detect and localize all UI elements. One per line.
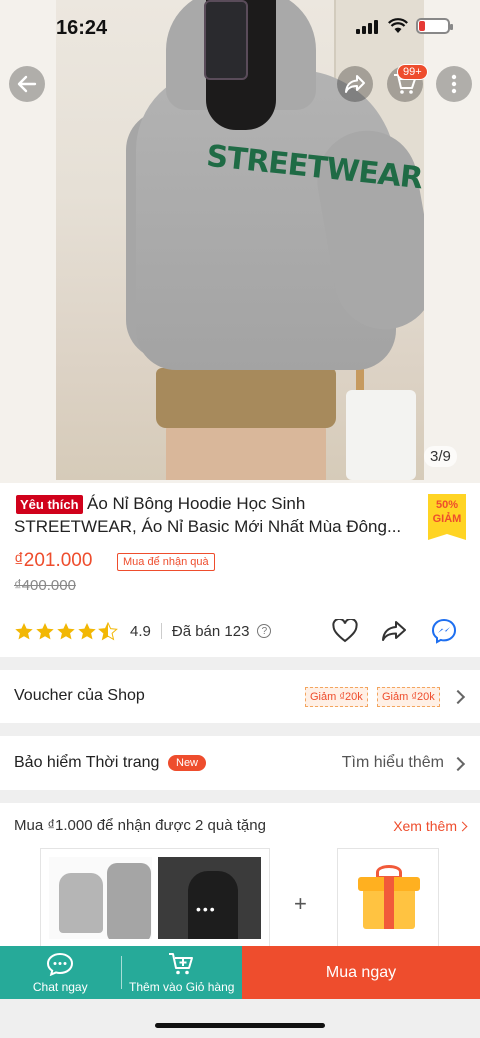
voucher-label: Voucher của Shop [14,687,145,704]
gift-section: Mua ₫1.000 để nhận được 2 quà tặng Xem t… [0,803,480,946]
see-more-link[interactable]: Xem thêm [393,818,468,834]
chevron-right-icon [450,689,466,705]
more-vertical-icon [451,74,457,94]
product-info: Áo Nỉ Bông Hoodie Học Sinh STREETWEAR, Á… [0,483,480,657]
chat-now-label: Chat ngay [32,979,88,994]
chat-icon [47,952,74,976]
cart-plus-icon [168,952,193,974]
shop-voucher-row[interactable]: Voucher của Shop Giảm ₫20k Giảm ₫20k [0,670,480,723]
star-icon [57,622,75,639]
see-more-label: Xem thêm [393,818,457,834]
star-icon [36,622,54,639]
bottom-action-bar: Chat ngay Thêm vào Giỏ hàng Mua ngay [0,946,480,999]
learn-more-link[interactable]: Tìm hiểu thêm [342,754,444,772]
add-to-cart-label: Thêm vào Giỏ hàng [129,979,235,994]
image-counter: 3/9 [424,446,457,467]
buy-now-button[interactable]: Mua ngay [242,946,480,999]
voucher-chip: Giảm ₫20k [305,687,368,707]
add-to-cart-button[interactable]: Thêm vào Giỏ hàng [122,946,243,999]
messenger-icon [431,618,457,644]
original-price: ₫400.000 [14,577,76,594]
insurance-label: Bảo hiểm Thời trang [14,754,160,771]
arrow-left-icon [17,75,37,93]
star-icon [78,622,96,639]
product-image-gallery[interactable]: STREETWEAR 16:24 99+ 3/9 [0,0,480,483]
share-icon [382,621,406,641]
fashion-insurance-row[interactable]: Bảo hiểm Thời trang New Tìm hiểu thêm [0,736,480,790]
signal-icon [356,18,380,34]
share-product-button[interactable] [380,617,408,645]
heart-icon [332,619,358,643]
cart-count-badge: 99+ [397,64,428,80]
discount-percent: 50% [435,499,459,511]
wifi-icon [388,18,408,33]
discount-tag: 50% GIẢM [428,494,466,540]
rating-value: 4.9 [130,622,151,640]
help-icon[interactable]: ? [257,624,272,638]
chat-now-button[interactable]: Chat ngay [0,946,121,999]
back-button[interactable] [9,66,45,102]
rating-row[interactable]: 4.9 Đã bán 123 ? [14,620,272,642]
more-options-button[interactable] [436,66,472,102]
favorite-badge: Yêu thích [16,495,83,514]
more-dots-icon: ••• [196,901,217,917]
home-indicator[interactable] [155,1023,325,1028]
plus-sign: + [294,891,307,916]
share-icon [345,75,365,93]
star-icon [15,622,33,639]
gift-product-image: ••• [158,857,261,939]
gift-product-image [49,857,152,939]
status-bar-time: 16:24 [56,17,108,39]
chevron-right-icon [450,756,466,772]
new-badge: New [168,755,207,771]
sold-count: Đã bán 123 [171,622,250,640]
status-bar-icons [356,18,453,34]
discount-label: GIẢM [432,513,462,525]
current-price: ₫201.000 [14,550,93,571]
rating-stars [14,621,118,641]
voucher-chip: Giảm ₫20k [377,687,440,707]
product-page: STREETWEAR 16:24 99+ 3/9 Áo Nỉ Bông Hood… [0,0,480,1038]
gift-product-card[interactable]: ••• [40,848,270,946]
share-button[interactable] [337,66,373,102]
gift-promo-tag[interactable]: Mua để nhận quà [117,553,215,571]
star-half-icon [98,621,118,640]
gift-box-card[interactable] [337,848,439,946]
chevron-right-icon [457,821,468,832]
battery-icon [416,18,453,34]
messenger-share-button[interactable] [430,617,458,645]
favorite-button[interactable] [331,617,359,645]
gift-title: Mua ₫1.000 để nhận được 2 quà tặng [14,817,266,834]
